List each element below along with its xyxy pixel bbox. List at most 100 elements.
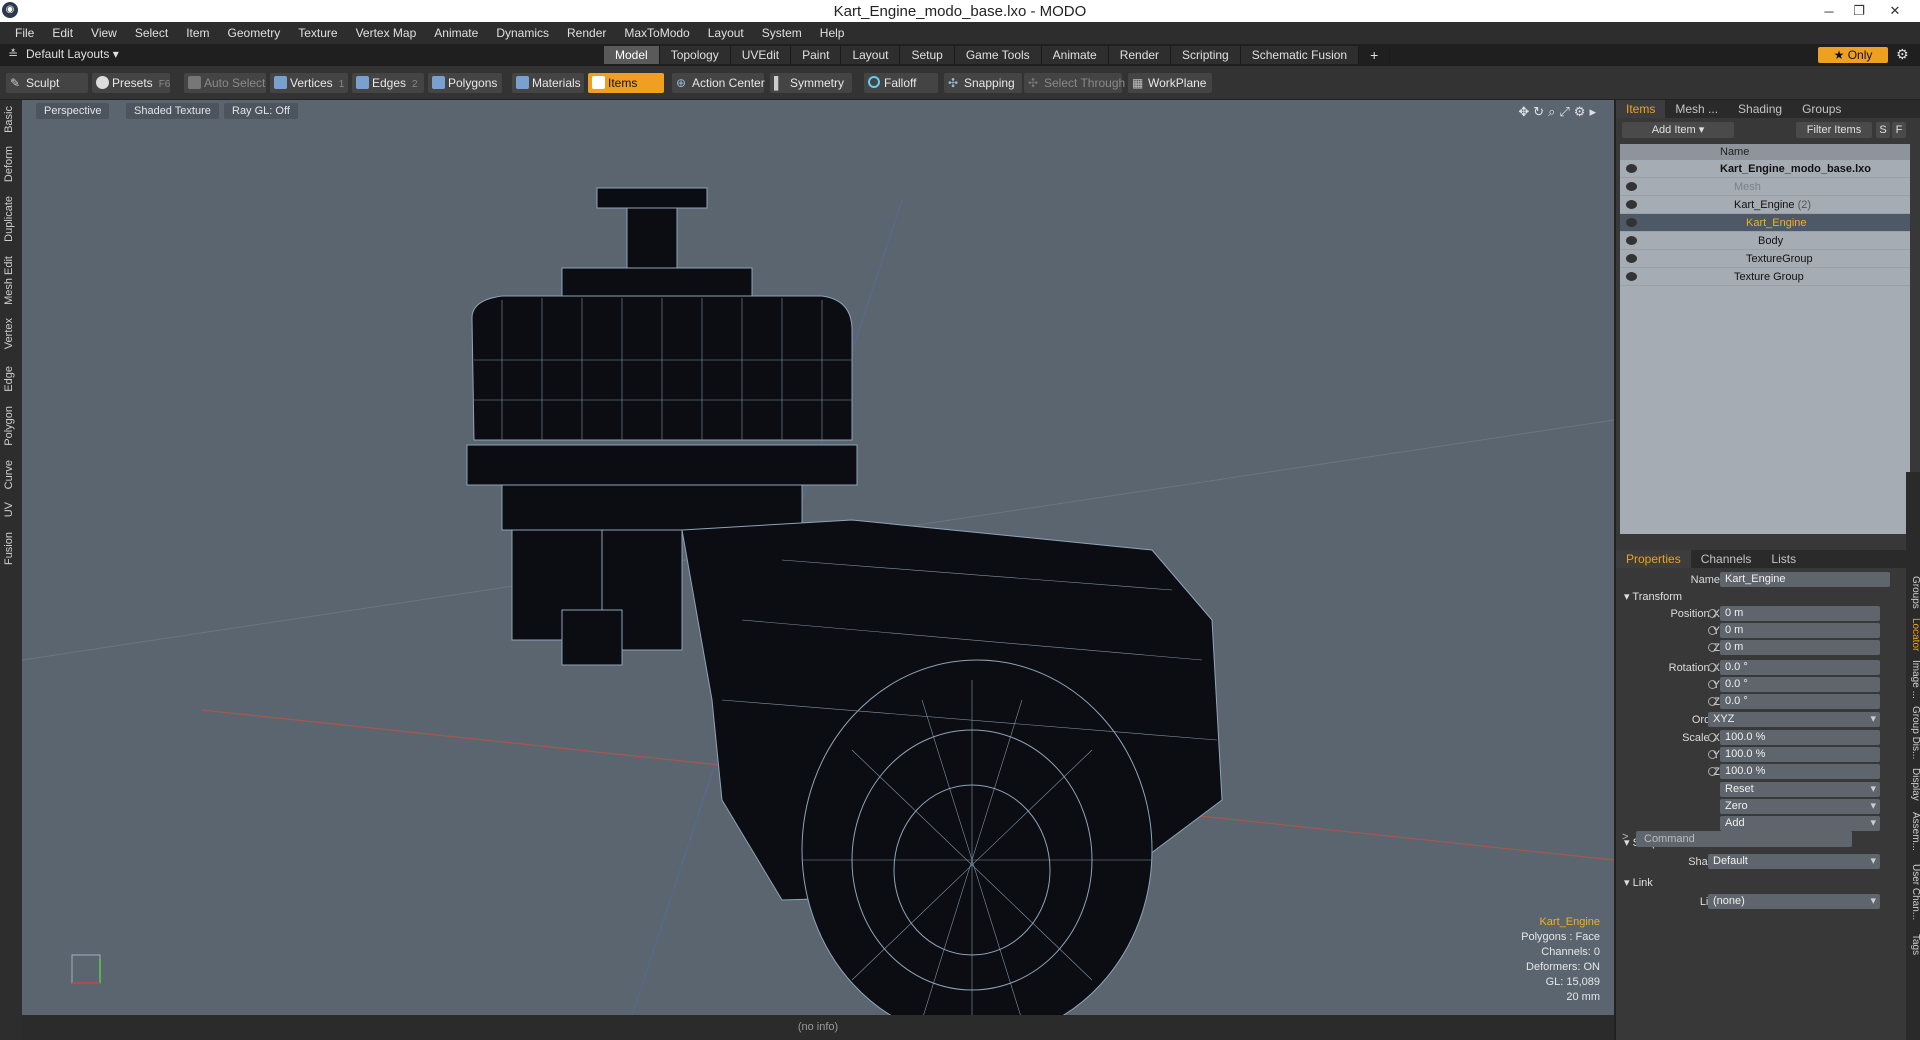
tab-properties[interactable]: Properties (1616, 550, 1691, 568)
tab-channels[interactable]: Channels (1691, 550, 1762, 568)
tab-setup[interactable]: Setup (900, 46, 955, 64)
ltab-mesh-edit[interactable]: Mesh Edit (3, 256, 19, 305)
menu-maxtomodo[interactable]: MaxToModo (615, 26, 698, 40)
command-input[interactable]: Command (1636, 831, 1852, 847)
tab-lists[interactable]: Lists (1761, 550, 1806, 568)
ltab-edge[interactable]: Edge (3, 366, 19, 392)
tab-animate[interactable]: Animate (1041, 46, 1109, 64)
add-tab-icon[interactable]: + (1359, 46, 1391, 64)
menu-render[interactable]: Render (558, 26, 615, 40)
layout-menu-icon[interactable]: ≛ (8, 47, 18, 61)
polygons-button[interactable]: Polygons (428, 73, 502, 93)
eye-icon[interactable] (1626, 200, 1637, 209)
stab-locator[interactable]: Locator (1907, 618, 1920, 651)
action-center-button[interactable]: ⊕ Action Center (672, 73, 765, 93)
gear-icon[interactable]: ⚙ (1896, 46, 1909, 63)
tab-paint[interactable]: Paint (791, 46, 842, 64)
transform-section[interactable]: ▾ Transform (1624, 590, 1682, 603)
zero-dropdown[interactable]: Zero (1720, 799, 1880, 814)
eye-icon[interactable] (1626, 182, 1637, 191)
tree-row-mesh[interactable]: Mesh (1620, 178, 1910, 196)
menu-system[interactable]: System (753, 26, 811, 40)
minimize-icon[interactable]: ─ (1814, 0, 1844, 22)
tab-shading[interactable]: Shading (1728, 100, 1792, 118)
close-icon[interactable]: ✕ (1880, 0, 1910, 22)
restore-icon[interactable]: ❐ (1844, 0, 1874, 22)
reset-dropdown[interactable]: Reset (1720, 782, 1880, 797)
tab-render[interactable]: Render (1108, 46, 1172, 64)
tab-items[interactable]: Items (1616, 100, 1666, 118)
auto-select-button[interactable]: Auto Select (184, 73, 266, 93)
3d-viewport[interactable]: Perspective Shaded Texture Ray GL: Off ✥… (22, 100, 1614, 1015)
position-y-field[interactable]: 0 m (1720, 623, 1880, 638)
menu-view[interactable]: View (82, 26, 126, 40)
stab-assembly[interactable]: Assem... (1907, 812, 1920, 851)
tab-model[interactable]: Model (604, 46, 660, 64)
tab-topology[interactable]: Topology (659, 46, 731, 64)
ltab-polygon[interactable]: Polygon (3, 406, 19, 446)
tab-game-tools[interactable]: Game Tools (954, 46, 1042, 64)
eye-icon[interactable] (1626, 272, 1637, 281)
items-button[interactable]: Items (588, 73, 664, 93)
presets-button[interactable]: Presets F6 (92, 73, 170, 93)
vertices-button[interactable]: Vertices 1 (270, 73, 348, 93)
ltab-basic[interactable]: Basic (3, 106, 19, 133)
eye-icon[interactable] (1626, 254, 1637, 263)
filter-items-button[interactable]: Filter Items (1796, 122, 1872, 138)
menu-item[interactable]: Item (177, 26, 218, 40)
tab-mesh[interactable]: Mesh ... (1665, 100, 1728, 118)
edges-button[interactable]: Edges 2 (352, 73, 424, 93)
menu-animate[interactable]: Animate (425, 26, 487, 40)
link-section[interactable]: ▾ Link (1624, 876, 1653, 889)
rotation-z-field[interactable]: 0.0 ° (1720, 694, 1880, 709)
menu-select[interactable]: Select (126, 26, 177, 40)
tab-layout[interactable]: Layout (841, 46, 901, 64)
stab-image[interactable]: Image ... (1907, 660, 1920, 699)
link-dropdown[interactable]: (none) (1708, 894, 1880, 909)
scale-z-field[interactable]: 100.0 % (1720, 764, 1880, 779)
ltab-duplicate[interactable]: Duplicate (3, 196, 19, 242)
eye-icon[interactable] (1626, 236, 1637, 245)
tree-row-scene[interactable]: Kart_Engine_modo_base.lxo (1620, 160, 1910, 178)
select-through-button[interactable]: ✣ Select Through (1024, 73, 1125, 93)
tab-groups[interactable]: Groups (1792, 100, 1851, 118)
menu-help[interactable]: Help (811, 26, 854, 40)
f-toggle-button[interactable]: F (1892, 122, 1906, 138)
tree-row-kart-engine-selected[interactable]: Kart_Engine (1620, 214, 1910, 232)
ltab-curve[interactable]: Curve (3, 460, 19, 489)
ltab-vertex[interactable]: Vertex (3, 318, 19, 349)
s-toggle-button[interactable]: S (1876, 122, 1890, 138)
position-z-field[interactable]: 0 m (1720, 640, 1880, 655)
eye-icon[interactable] (1626, 218, 1637, 227)
eye-icon[interactable] (1626, 164, 1637, 173)
stab-user-channels[interactable]: User Chan... (1907, 864, 1920, 920)
order-dropdown[interactable]: XYZ (1708, 712, 1880, 727)
tree-row-texturegroup[interactable]: TextureGroup (1620, 250, 1910, 268)
position-x-field[interactable]: 0 m (1720, 606, 1880, 621)
snapping-button[interactable]: ✣ Snapping (944, 73, 1022, 93)
tab-scripting[interactable]: Scripting (1171, 46, 1241, 64)
menu-vertex-map[interactable]: Vertex Map (347, 26, 426, 40)
falloff-button[interactable]: Falloff (864, 73, 938, 93)
stab-groups[interactable]: Groups (1907, 576, 1920, 609)
materials-button[interactable]: Materials (512, 73, 584, 93)
ltab-fusion[interactable]: Fusion (3, 532, 19, 565)
menu-file[interactable]: File (6, 26, 43, 40)
name-field[interactable]: Kart_Engine (1720, 572, 1890, 587)
scale-x-field[interactable]: 100.0 % (1720, 730, 1880, 745)
add-dropdown[interactable]: Add (1720, 816, 1880, 831)
menu-geometry[interactable]: Geometry (219, 26, 290, 40)
sculpt-button[interactable]: ✎ Sculpt (6, 73, 88, 93)
rotation-y-field[interactable]: 0.0 ° (1720, 677, 1880, 692)
stab-display[interactable]: Display (1907, 768, 1920, 801)
stab-tags[interactable]: Tags (1907, 934, 1920, 955)
menu-texture[interactable]: Texture (289, 26, 346, 40)
tree-row-kart-engine-group[interactable]: Kart_Engine (2) (1620, 196, 1910, 214)
add-item-button[interactable]: Add Item ▾ (1622, 122, 1734, 138)
workplane-button[interactable]: ▦ WorkPlane (1128, 73, 1212, 93)
menu-edit[interactable]: Edit (43, 26, 82, 40)
shape-dropdown[interactable]: Default (1708, 854, 1880, 869)
tab-uvedit[interactable]: UVEdit (730, 46, 792, 64)
menu-dynamics[interactable]: Dynamics (487, 26, 558, 40)
tab-schematic-fusion[interactable]: Schematic Fusion (1240, 46, 1360, 64)
